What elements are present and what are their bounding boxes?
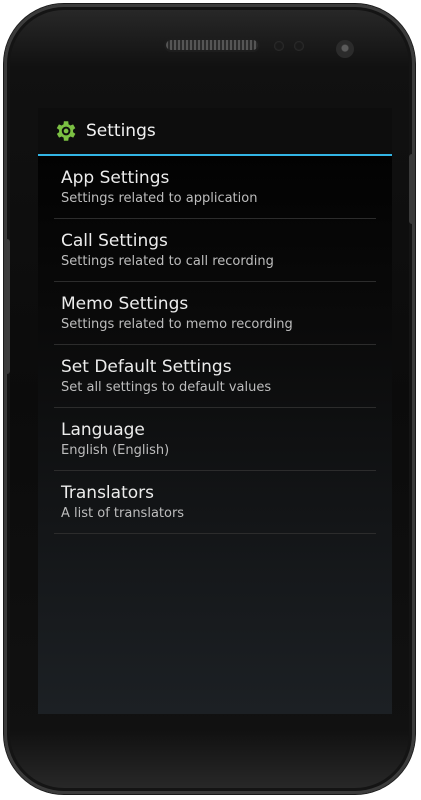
volume-button[interactable] <box>4 239 10 374</box>
list-item-language[interactable]: Language English (English) <box>54 408 376 471</box>
list-item-app-settings[interactable]: App Settings Settings related to applica… <box>54 156 376 219</box>
gear-icon[interactable] <box>52 118 78 144</box>
list-item-subtitle: Settings related to memo recording <box>61 316 293 332</box>
list-item-subtitle: Settings related to call recording <box>61 253 274 269</box>
earpiece-speaker <box>166 40 258 50</box>
action-bar: Settings <box>38 108 392 156</box>
list-item-call-settings[interactable]: Call Settings Settings related to call r… <box>54 219 376 282</box>
list-item-translators[interactable]: Translators A list of translators <box>54 471 376 534</box>
list-item-title: Set Default Settings <box>61 356 232 377</box>
settings-list: App Settings Settings related to applica… <box>54 156 376 534</box>
phone-screen: Settings App Settings Settings related t… <box>38 108 392 714</box>
phone-frame: Settings App Settings Settings related t… <box>4 4 415 794</box>
list-item-title: Call Settings <box>61 230 168 251</box>
light-sensor <box>294 41 304 51</box>
proximity-sensor <box>274 41 284 51</box>
list-item-title: App Settings <box>61 167 170 188</box>
list-item-subtitle: Settings related to application <box>61 190 258 206</box>
power-button[interactable] <box>409 154 415 224</box>
list-item-title: Translators <box>61 482 154 503</box>
list-item-title: Language <box>61 419 145 440</box>
list-item-subtitle: A list of translators <box>61 505 185 521</box>
front-camera <box>336 40 354 58</box>
list-item-default-settings[interactable]: Set Default Settings Set all settings to… <box>54 345 376 408</box>
list-item-title: Memo Settings <box>61 293 189 314</box>
page-title: Settings <box>86 121 156 141</box>
list-item-memo-settings[interactable]: Memo Settings Settings related to memo r… <box>54 282 376 345</box>
list-item-subtitle: Set all settings to default values <box>61 379 272 395</box>
list-item-subtitle: English (English) <box>61 442 170 458</box>
